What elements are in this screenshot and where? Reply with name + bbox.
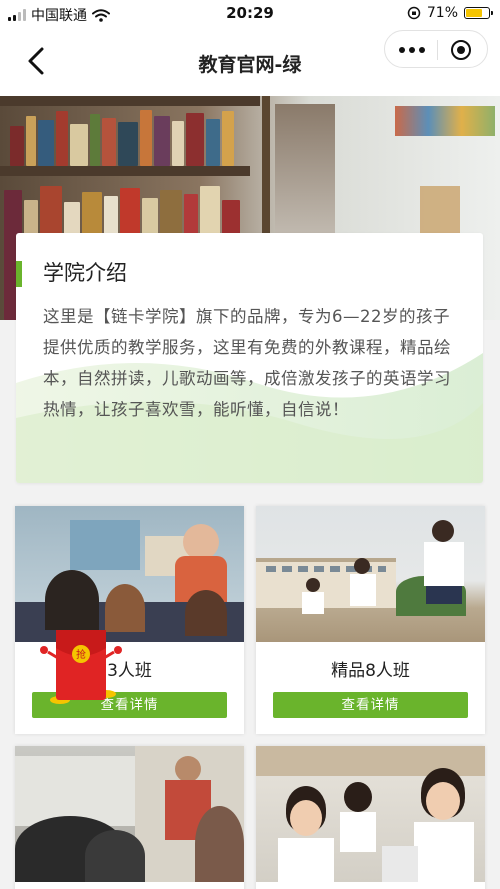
class-card[interactable]	[256, 746, 485, 889]
red-packet-label: 抢	[76, 648, 86, 661]
battery-icon	[464, 7, 493, 19]
book-row	[0, 106, 260, 166]
class-photo	[256, 746, 485, 882]
nav-bar: 教育官网-绿	[0, 26, 500, 96]
more-icon[interactable]	[399, 47, 425, 53]
view-details-button[interactable]: 查看详情	[273, 692, 468, 718]
red-packet-icon[interactable]: 抢	[36, 630, 126, 710]
class-photo	[15, 506, 244, 642]
intro-card: 学院介绍 这里是【链卡学院】旗下的品牌，专为6—22岁的孩子提供优质的教学服务，…	[16, 233, 483, 483]
intro-accent-bar	[16, 261, 22, 287]
status-right: 71%	[407, 5, 493, 21]
class-card[interactable]: 精品8人班 查看详情	[256, 506, 485, 734]
class-photo	[15, 746, 244, 882]
shelf-distant	[275, 104, 335, 254]
mini-program-capsule	[384, 30, 488, 68]
class-name: 精品8人班	[331, 661, 410, 681]
shelf	[0, 166, 250, 176]
orientation-lock-icon	[407, 6, 421, 20]
intro-title: 学院介绍	[43, 261, 127, 285]
battery-percent: 71%	[426, 5, 458, 21]
close-miniprogram-icon[interactable]	[451, 40, 471, 60]
status-bar: 中国联通 20:29 71%	[0, 0, 500, 26]
class-photo	[256, 506, 485, 642]
shelf-distant	[395, 106, 495, 136]
capsule-divider	[437, 40, 438, 60]
intro-text: 这里是【链卡学院】旗下的品牌，专为6—22岁的孩子提供优质的教学服务，这里有免费…	[43, 307, 451, 419]
class-card[interactable]	[15, 746, 244, 889]
shelf	[0, 96, 260, 106]
